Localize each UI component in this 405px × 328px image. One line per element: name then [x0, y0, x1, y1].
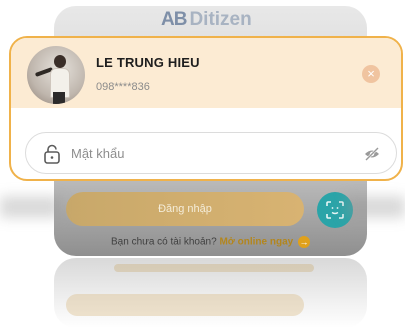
signup-link[interactable]: Mở online ngay — [219, 237, 293, 248]
eye-off-icon[interactable] — [363, 145, 381, 163]
reflection-text — [114, 264, 314, 272]
account-name: LE TRUNG HIEU — [96, 55, 200, 70]
close-icon[interactable]: × — [362, 65, 380, 83]
password-placeholder: Mật khẩu — [71, 146, 125, 161]
signup-prompt: Bạn chưa có tài khoản? — [111, 236, 217, 248]
arrow-right-icon[interactable]: → — [298, 236, 310, 248]
face-scan-icon — [326, 201, 344, 219]
blur-strip-left — [0, 196, 60, 218]
screen-reflection — [54, 258, 367, 328]
brand-logo-text: Ditizen — [189, 9, 252, 30]
password-field[interactable]: Mật khẩu — [25, 132, 397, 174]
brand-logo-mark: AB — [161, 9, 187, 30]
lock-icon — [44, 144, 60, 164]
saved-account-row[interactable]: LE TRUNG HIEU 098****836 × — [11, 38, 401, 108]
brand-logo: AB Ditizen — [161, 8, 252, 32]
avatar — [27, 46, 85, 104]
account-card: LE TRUNG HIEU 098****836 × Mật khẩu — [9, 36, 403, 181]
blur-strip-right — [345, 196, 405, 218]
signup-prompt-row: Bạn chưa có tài khoản? Mở online ngay → — [54, 236, 367, 248]
login-button[interactable]: Đăng nhập — [66, 192, 304, 226]
account-phone: 098****836 — [96, 81, 150, 93]
reflection-button — [66, 294, 304, 316]
